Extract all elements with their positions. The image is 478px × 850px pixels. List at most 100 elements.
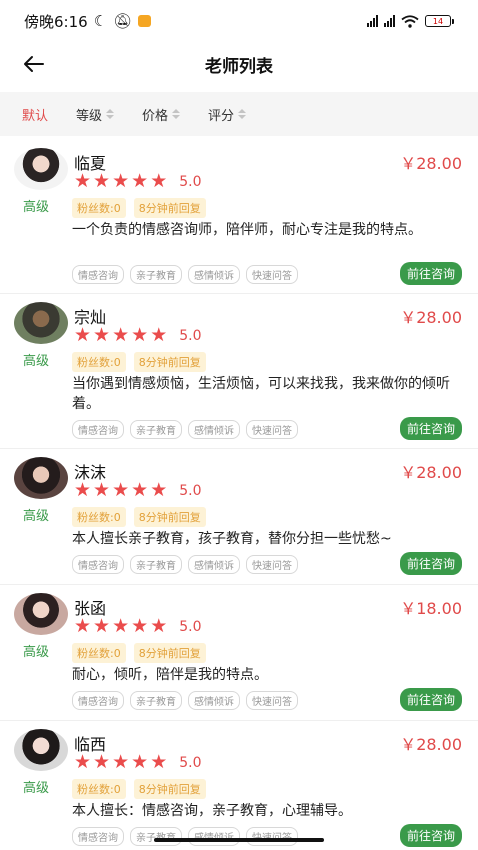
sort-default[interactable]: 默认 (22, 105, 48, 124)
service-tag: 快速问答 (246, 265, 298, 284)
rating-score: 5.0 (179, 327, 202, 344)
sort-level[interactable]: 等级 (76, 105, 115, 124)
service-tag: 快速问答 (246, 827, 298, 846)
teacher-list: 临夏 ￥28.00 ★ ★ ★ ★ ★ 5.0 高级 粉丝数:0 8分钟前回复 一个负责… (0, 140, 478, 850)
rating-score: 5.0 (179, 618, 202, 635)
reply-badge: 8分钟前回复 (133, 198, 206, 218)
service-tag: 感情倾诉 (188, 420, 240, 439)
star-icon: ★ (131, 615, 149, 637)
sort-label: 等级 (76, 108, 103, 124)
status-right: 14 (367, 14, 454, 28)
status-time: 傍晚6:16 (24, 12, 88, 31)
fans-badge: 粉丝数:0 (72, 643, 126, 663)
avatar (14, 302, 68, 344)
star-icon: ★ (131, 751, 149, 773)
badges: 粉丝数:0 8分钟前回复 (72, 643, 206, 663)
teacher-card[interactable]: 沫沫 ￥28.00 ★ ★ ★ ★ ★ 5.0 高级 粉丝数:0 8分钟前回复 本人擅长… (0, 449, 478, 585)
service-tags: 情感咨询 亲子教育 感情倾诉 快速问答 (72, 691, 298, 710)
teacher-price: ￥28.00 (400, 154, 462, 173)
rating-stars: ★ ★ ★ ★ ★ 5.0 (74, 753, 202, 772)
sort-arrows-icon (106, 109, 115, 119)
teacher-price: ￥18.00 (400, 599, 462, 618)
avatar (14, 729, 68, 771)
teacher-card[interactable]: 临西 ￥28.00 ★ ★ ★ ★ ★ 5.0 高级 粉丝数:0 8分钟前回复 本人擅长… (0, 721, 478, 850)
service-tag: 亲子教育 (130, 420, 182, 439)
teacher-description: 当你遇到情感烦恼，生活烦恼，可以来找我，我来做你的倾听着。 (72, 376, 450, 412)
rating-stars: ★ ★ ★ ★ ★ 5.0 (74, 172, 202, 191)
sort-arrows-icon (238, 109, 247, 119)
teacher-price: ￥28.00 (400, 735, 462, 754)
fans-badge: 粉丝数:0 (72, 507, 126, 527)
service-tags: 情感咨询 亲子教育 感情倾诉 快速问答 (72, 265, 298, 284)
star-icon: ★ (150, 324, 168, 346)
service-tags: 情感咨询 亲子教育 感情倾诉 快速问答 (72, 555, 298, 574)
avatar (14, 593, 68, 635)
star-icon: ★ (74, 324, 92, 346)
wifi-icon (401, 14, 419, 28)
avatar (14, 457, 68, 499)
rating-score: 5.0 (179, 482, 202, 499)
star-icon: ★ (93, 170, 111, 192)
sort-price[interactable]: 价格 (142, 105, 181, 124)
rating-score: 5.0 (179, 173, 202, 190)
teacher-description: 一个负责的情感咨询师，陪伴师，耐心专注是我的特点。 (72, 222, 422, 238)
star-icon: ★ (93, 751, 111, 773)
service-tag: 情感咨询 (72, 555, 124, 574)
service-tag: 快速问答 (246, 691, 298, 710)
service-tag: 快速问答 (246, 555, 298, 574)
consult-button[interactable]: 前往咨询 (399, 552, 462, 575)
teacher-card[interactable]: 宗灿 ￥28.00 ★ ★ ★ ★ ★ 5.0 高级 粉丝数:0 8分钟前回复 当你遇到… (0, 294, 478, 449)
consult-button[interactable]: 前往咨询 (399, 824, 462, 847)
consult-button[interactable]: 前往咨询 (399, 688, 462, 711)
star-icon: ★ (131, 170, 149, 192)
consult-button[interactable]: 前往咨询 (399, 417, 462, 440)
teacher-level: 高级 (22, 509, 49, 524)
home-indicator[interactable] (154, 838, 324, 842)
avatar (14, 148, 68, 190)
sort-arrows-icon (172, 109, 181, 119)
rating-stars: ★ ★ ★ ★ ★ 5.0 (74, 617, 202, 636)
sort-rating[interactable]: 评分 (208, 105, 247, 124)
service-tag: 亲子教育 (130, 827, 182, 846)
status-left: 傍晚6:16 ☾ 🔕︎ (24, 11, 152, 32)
rating-score: 5.0 (179, 754, 202, 771)
service-tag: 亲子教育 (130, 555, 182, 574)
star-icon: ★ (93, 615, 111, 637)
fans-badge: 粉丝数:0 (72, 352, 126, 372)
star-icon: ★ (150, 479, 168, 501)
mute-icon: 🔕︎ (113, 12, 133, 30)
fans-badge: 粉丝数:0 (72, 198, 126, 218)
star-icon: ★ (150, 751, 168, 773)
rating-stars: ★ ★ ★ ★ ★ 5.0 (74, 481, 202, 500)
star-icon: ★ (131, 324, 149, 346)
page-title: 老师列表 (205, 56, 273, 77)
service-tag: 亲子教育 (130, 265, 182, 284)
teacher-price: ￥28.00 (400, 308, 462, 327)
service-tag: 快速问答 (246, 420, 298, 439)
status-bar: 傍晚6:16 ☾ 🔕︎ 14 (0, 0, 478, 42)
battery-icon: 14 (425, 15, 454, 27)
star-icon: ★ (112, 324, 130, 346)
back-button[interactable] (18, 50, 50, 78)
reply-badge: 8分钟前回复 (133, 352, 206, 372)
teacher-card[interactable]: 临夏 ￥28.00 ★ ★ ★ ★ ★ 5.0 高级 粉丝数:0 8分钟前回复 一个负责… (0, 140, 478, 294)
star-icon: ★ (93, 324, 111, 346)
rating-stars: ★ ★ ★ ★ ★ 5.0 (74, 326, 202, 345)
service-tags: 情感咨询 亲子教育 感情倾诉 快速问答 (72, 420, 298, 439)
teacher-card[interactable]: 张函 ￥18.00 ★ ★ ★ ★ ★ 5.0 高级 粉丝数:0 8分钟前回复 耐心，倾… (0, 585, 478, 721)
nav-bar: 老师列表 (0, 42, 478, 86)
consult-button[interactable]: 前往咨询 (399, 262, 462, 285)
sort-label: 评分 (208, 108, 235, 124)
star-icon: ★ (74, 170, 92, 192)
fans-badge: 粉丝数:0 (72, 779, 126, 799)
star-icon: ★ (93, 479, 111, 501)
arrow-left-icon (24, 56, 44, 72)
service-tag: 感情倾诉 (188, 555, 240, 574)
service-tag: 亲子教育 (130, 691, 182, 710)
star-icon: ★ (131, 479, 149, 501)
star-icon: ★ (112, 751, 130, 773)
badges: 粉丝数:0 8分钟前回复 (72, 779, 206, 799)
teacher-level: 高级 (22, 645, 49, 660)
service-tag: 感情倾诉 (188, 691, 240, 710)
message-notification-icon (138, 15, 152, 27)
